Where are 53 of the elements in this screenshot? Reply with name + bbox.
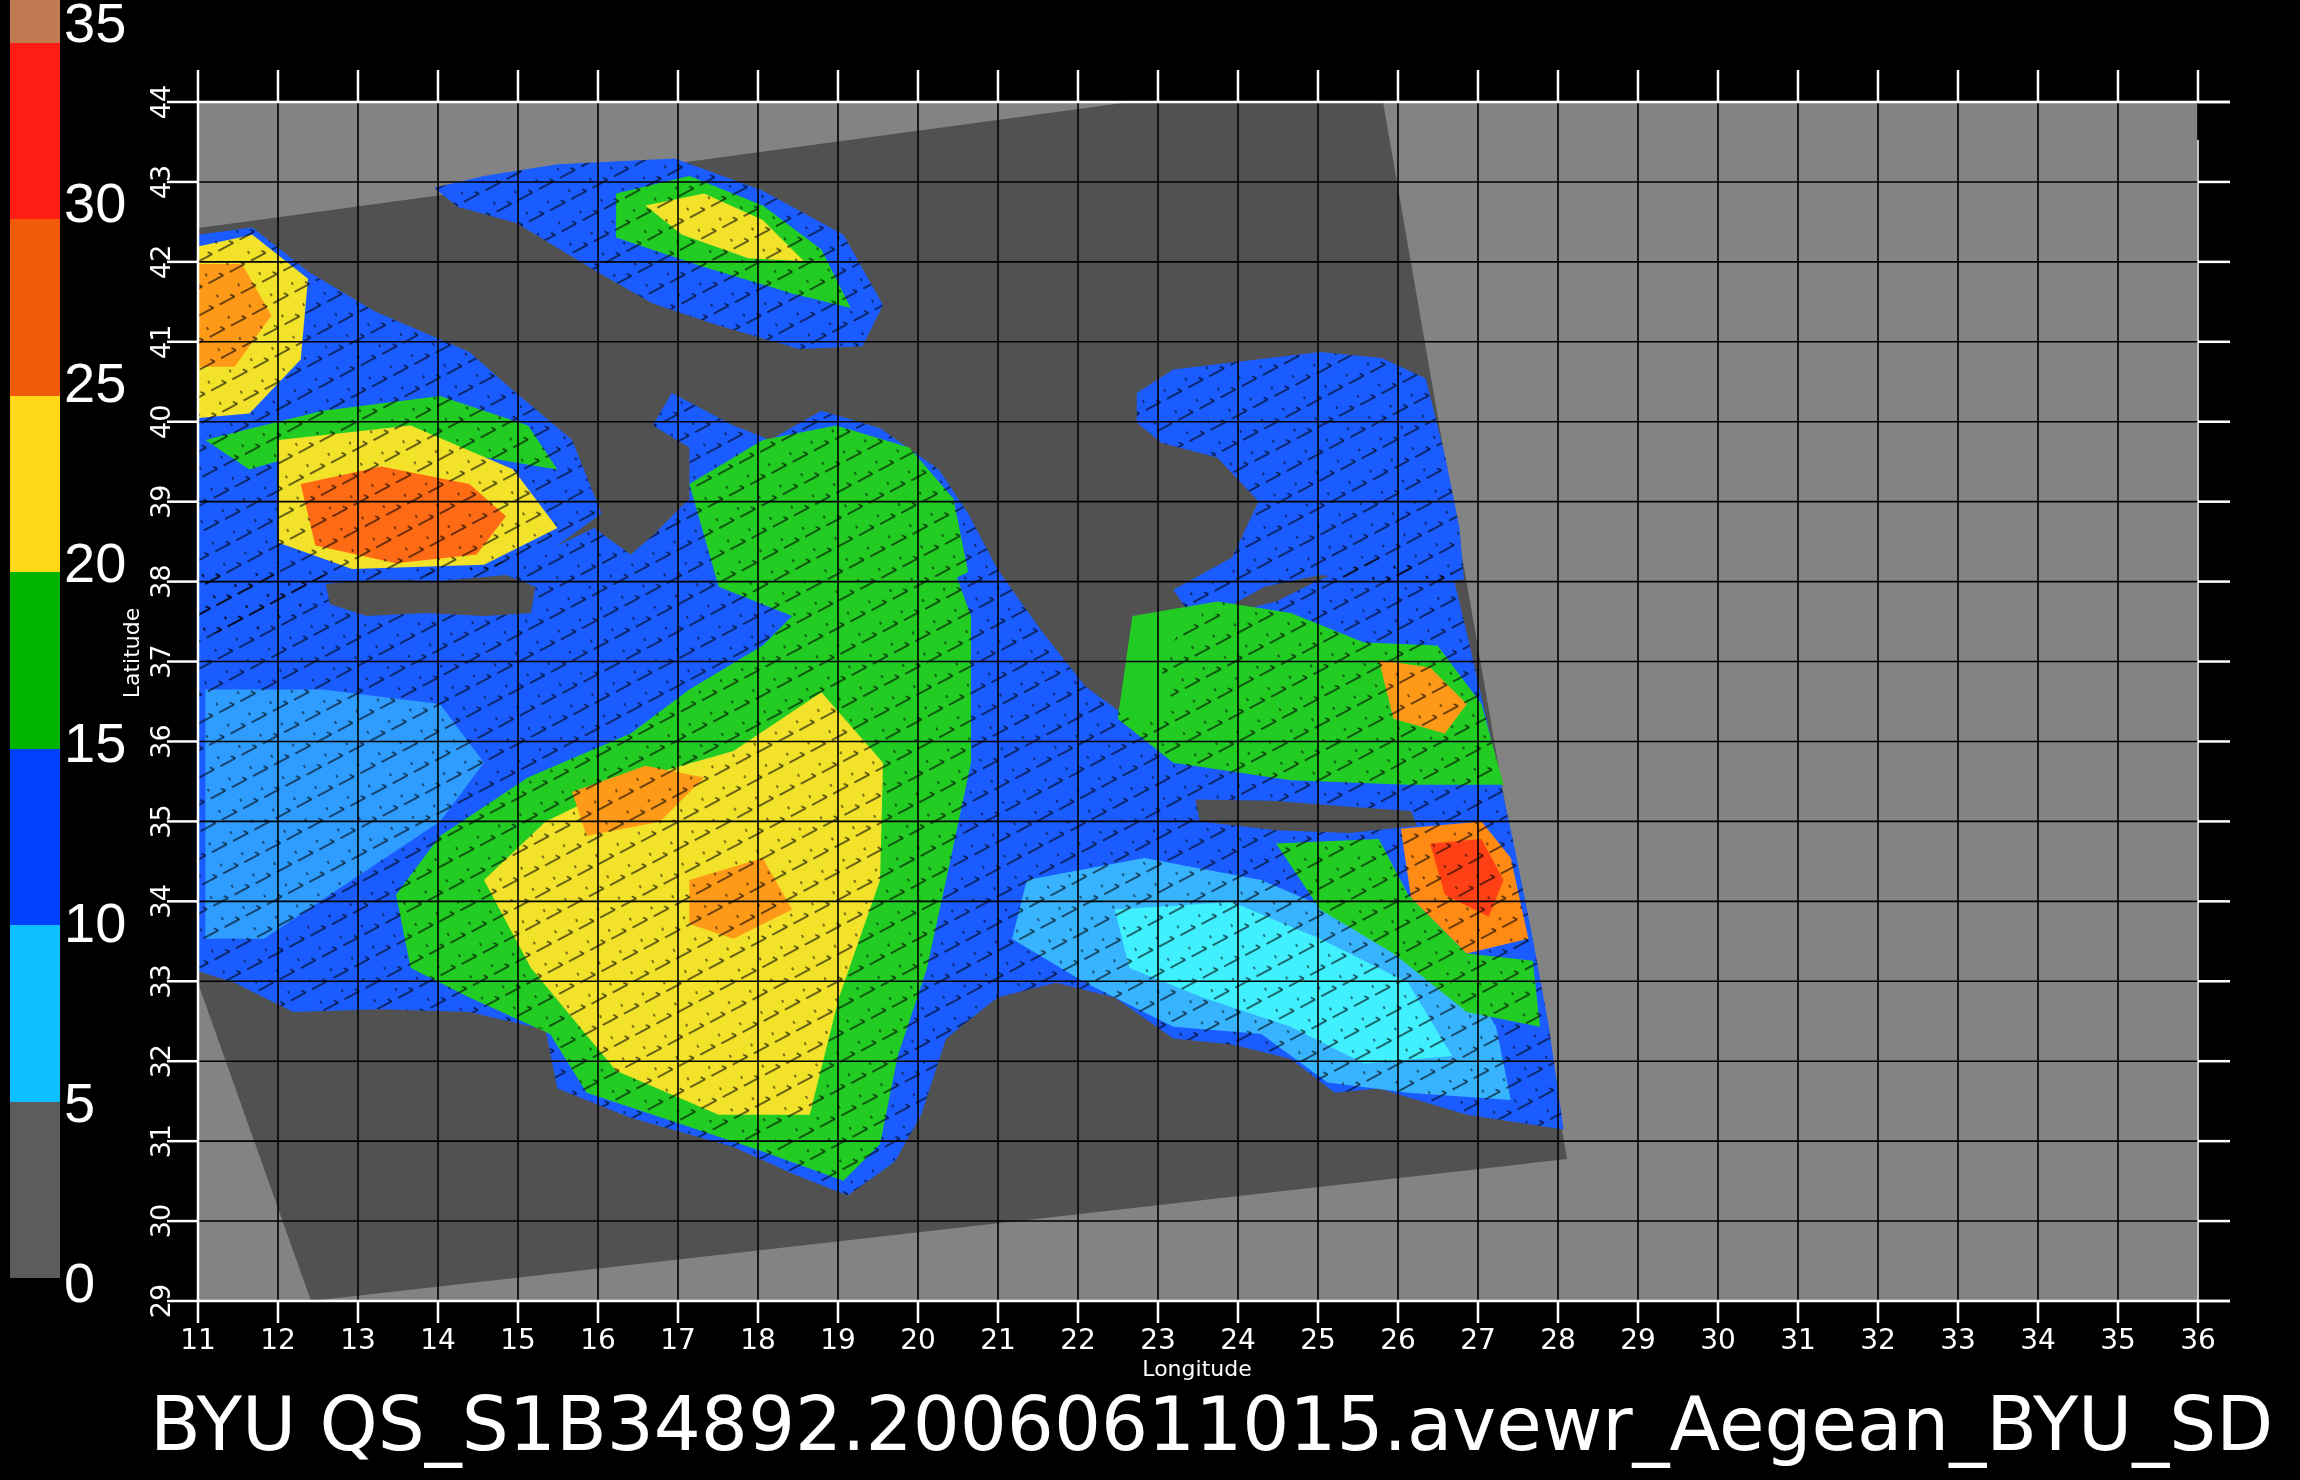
longitude-tick-label: 22: [1060, 1323, 1096, 1356]
latitude-tick-label: 35: [144, 804, 176, 839]
colorbar-label: 5: [64, 1082, 97, 1124]
longitude-tick-label: 36: [2180, 1323, 2216, 1356]
longitude-tick-label: 26: [1380, 1323, 1416, 1356]
latitude-tick-label: 38: [144, 564, 176, 599]
latitude-tick-label: 34: [144, 884, 176, 919]
longitude-tick-label: 33: [1940, 1323, 1976, 1356]
latitude-tick-label: 30: [144, 1203, 176, 1239]
longitude-tick-label: 28: [1540, 1323, 1576, 1356]
colorbar-label: 25: [64, 362, 127, 404]
longitude-tick-label: 27: [1460, 1323, 1496, 1356]
latitude-tick-label: 37: [144, 644, 176, 679]
colorbar-label: 20: [64, 542, 127, 584]
longitude-tick-label: 32: [1860, 1323, 1896, 1356]
latitude-axis-title: Latitude: [118, 607, 144, 699]
longitude-tick-label: 16: [580, 1323, 616, 1356]
longitude-tick-label: 30: [1700, 1323, 1736, 1356]
longitude-axis-title: Longitude: [1142, 1356, 1252, 1381]
longitude-tick-label: 15: [500, 1323, 536, 1356]
longitude-tick-label: 19: [820, 1323, 856, 1356]
longitude-tick-label: 35: [2100, 1323, 2136, 1356]
latitude-tick-label: 32: [144, 1044, 176, 1079]
longitude-tick-label: 20: [900, 1323, 936, 1356]
longitude-tick-label: 21: [980, 1323, 1016, 1356]
colorbar-label: 0: [64, 1262, 97, 1304]
latitude-tick-label: 29: [144, 1283, 176, 1319]
longitude-tick-label: 29: [1620, 1323, 1656, 1356]
colorbar-label: 35: [64, 2, 127, 44]
longitude-tick-label: 31: [1780, 1323, 1816, 1356]
longitude-tick-label: 18: [740, 1323, 776, 1356]
figure-title: BYU QS_S1B34892.20060611015.avewr_Aegean_BYU_SD: [150, 1383, 2274, 1466]
longitude-tick-label: 11: [180, 1323, 216, 1356]
colorbar-label: 15: [64, 722, 127, 764]
longitude-tick-label: 34: [2020, 1323, 2056, 1356]
longitude-tick-label: 17: [660, 1323, 696, 1356]
latitude-tick-label: 41: [144, 324, 176, 359]
longitude-tick-label: 12: [260, 1323, 296, 1356]
longitude-tick-label: 23: [1140, 1323, 1176, 1356]
latitude-tick-label: 39: [144, 484, 176, 519]
latitude-tick-label: 40: [144, 404, 176, 439]
longitude-tick-label: 14: [420, 1323, 456, 1356]
longitude-tick-label: 24: [1220, 1323, 1256, 1356]
latitude-tick-label: 44: [144, 84, 176, 120]
latitude-tick-label: 36: [144, 724, 176, 759]
colorbar-label: 30: [64, 182, 127, 224]
latitude-tick-label: 42: [144, 244, 176, 280]
latitude-tick-label: 31: [144, 1123, 176, 1159]
longitude-tick-label: 25: [1300, 1323, 1336, 1356]
longitude-tick-label: 13: [340, 1323, 376, 1356]
colorbar-label: 10: [64, 902, 127, 944]
latitude-tick-label: 33: [144, 964, 176, 999]
latitude-tick-label: 43: [144, 164, 176, 200]
